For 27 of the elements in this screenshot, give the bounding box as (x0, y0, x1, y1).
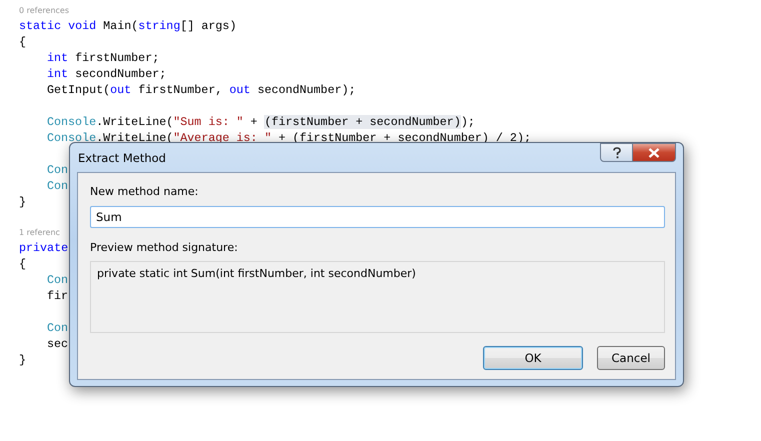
code-line: Con (47, 162, 68, 178)
field-label: Preview method signature: (90, 240, 238, 256)
field-label: New method name: (90, 184, 198, 200)
code-line: int firstNumber; (47, 50, 160, 66)
close-icon (648, 148, 660, 158)
code-line: private (19, 240, 68, 256)
close-button[interactable] (633, 143, 676, 162)
code-line: { (19, 34, 26, 50)
code-line: GetInput(out firstNumber, out secondNumber); (47, 82, 356, 98)
window-title: Extract Method (78, 151, 166, 165)
code-line: Console.WriteLine("Sum is: " + (firstNumber + secondNumber)); (47, 114, 475, 130)
code-line: int secondNumber; (47, 66, 166, 82)
code-line: sec (47, 336, 68, 352)
code-line: Con (47, 178, 68, 194)
code-line: fir (47, 288, 68, 304)
cancel-button[interactable]: Cancel (597, 346, 665, 370)
code-line: Con (47, 272, 68, 288)
code-line: Con (47, 320, 68, 336)
code-line: } (19, 194, 26, 210)
code-line: static void Main(string[] args) (19, 18, 236, 34)
question-mark-icon (612, 146, 622, 158)
signature-preview: private static int Sum(int firstNumber, int secondNumber) (90, 261, 665, 333)
ok-button[interactable]: OK (483, 346, 583, 370)
code-line: } (19, 352, 26, 368)
method-name-field[interactable]: Sum (90, 206, 665, 228)
code-line: { (19, 256, 26, 272)
help-button[interactable] (600, 143, 633, 162)
